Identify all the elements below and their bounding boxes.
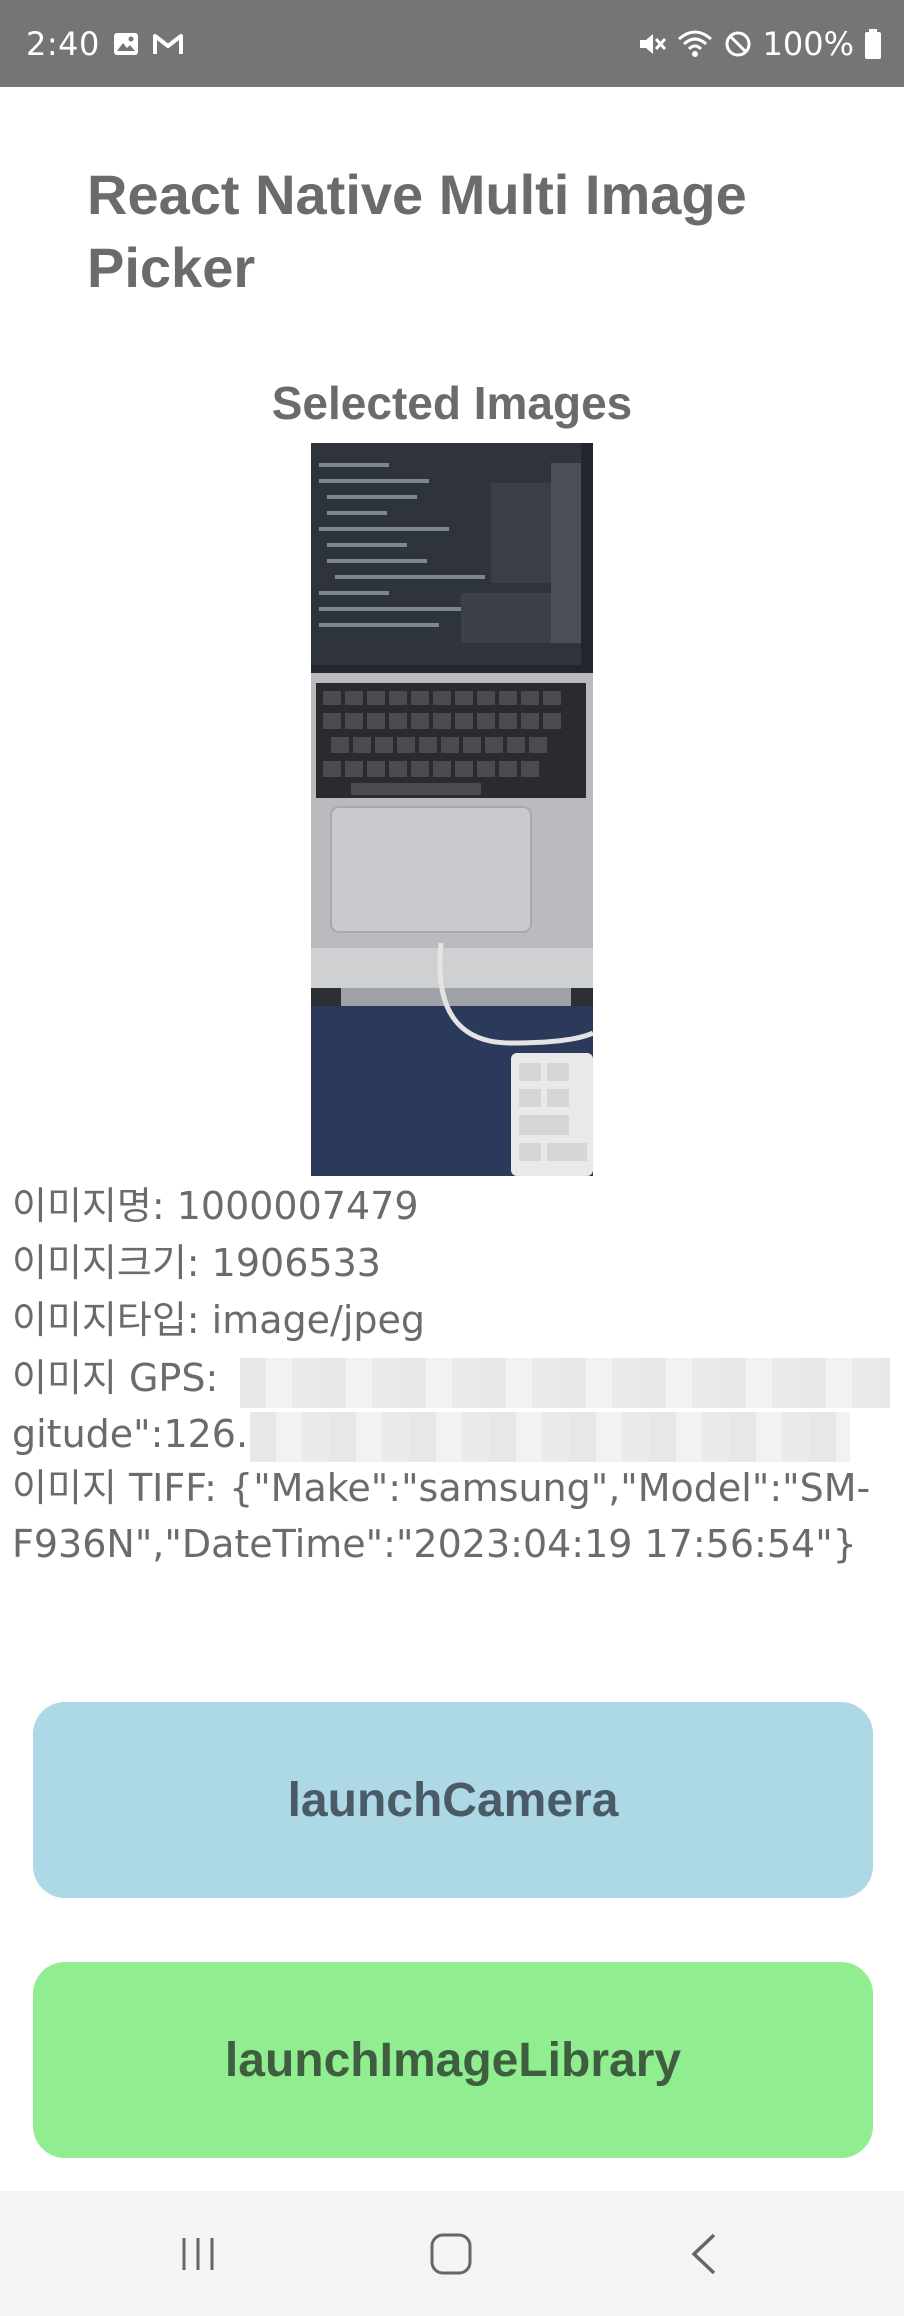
image-name-text: 이미지명: 1000007479 <box>12 1184 419 1228</box>
status-right: 100% <box>637 0 882 87</box>
image-icon <box>112 30 140 58</box>
battery-icon <box>864 28 882 60</box>
launch-image-library-button[interactable]: launchImageLibrary <box>33 1962 873 2158</box>
status-time: 2:40 <box>26 24 100 63</box>
home-icon <box>430 2233 472 2274</box>
battery-percent: 100% <box>762 24 854 63</box>
navigation-bar <box>0 2191 904 2316</box>
selected-images-heading: Selected Images <box>271 377 633 429</box>
image-size-text: 이미지크기: 1906533 <box>12 1241 381 1285</box>
dnd-icon <box>723 29 753 59</box>
wifi-icon <box>677 29 713 59</box>
recent-apps-icon <box>182 2237 214 2270</box>
status-bar: 2:40 100% <box>0 0 904 87</box>
mute-icon <box>637 29 667 59</box>
image-type-text: 이미지타입: image/jpeg <box>12 1298 426 1342</box>
gps-redaction-blur <box>240 1358 890 1408</box>
gmail-icon <box>152 31 184 57</box>
selected-image <box>311 443 593 1176</box>
gps-label: 이미지 GPS: <box>12 1356 219 1400</box>
back-button[interactable] <box>644 2191 764 2316</box>
app-title: React Native Multi Image Picker <box>87 163 747 299</box>
launch-camera-button[interactable]: launchCamera <box>33 1702 873 1898</box>
home-button[interactable] <box>391 2191 511 2316</box>
status-left: 2:40 <box>26 0 184 87</box>
gps-redaction-blur-2 <box>250 1412 850 1462</box>
back-icon <box>691 2233 716 2274</box>
image-tiff-text: 이미지 TIFF: {"Make":"samsung","Model":"SM-… <box>12 1466 871 1566</box>
recent-apps-button[interactable] <box>138 2191 258 2316</box>
screen: 2:40 100% React Native Multi Image Picke… <box>0 0 904 2316</box>
